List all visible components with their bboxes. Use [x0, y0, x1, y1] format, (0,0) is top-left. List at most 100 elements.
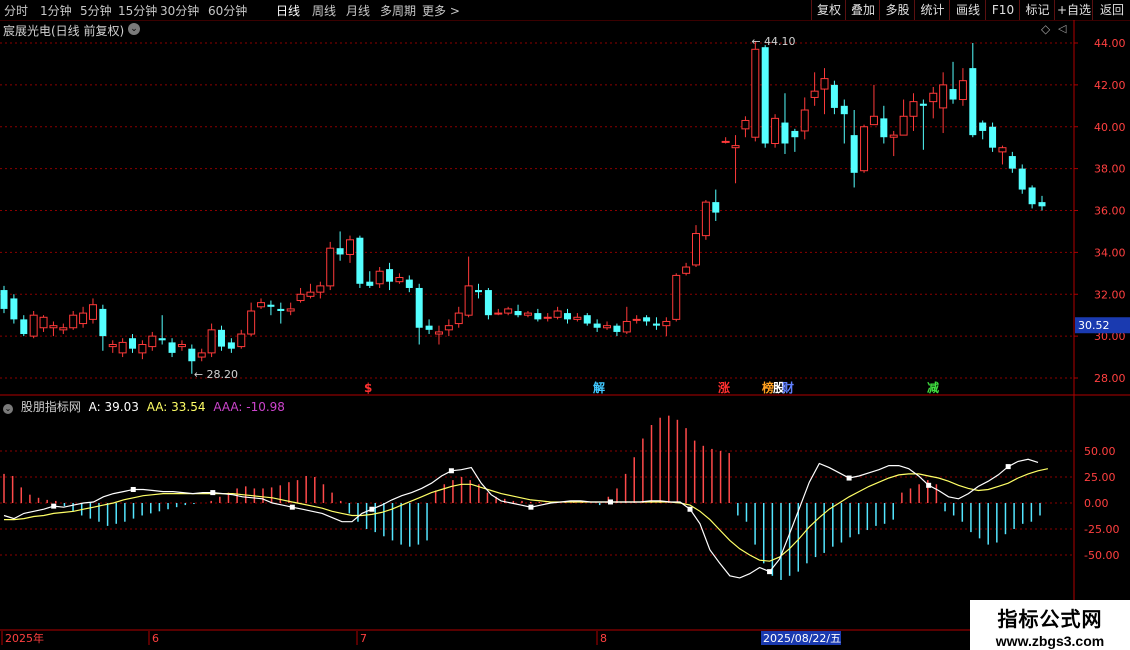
indicator-aaa-value: AAA: -10.98 — [213, 400, 285, 414]
candle-body-up — [692, 233, 700, 266]
candle-body-down — [613, 325, 621, 332]
a-line-marker — [51, 503, 57, 509]
price-tick-label: 32.00 — [1094, 288, 1126, 301]
candle-body-up — [751, 48, 760, 138]
candle-body-up — [523, 312, 532, 316]
candle-body-down — [1018, 168, 1026, 190]
candle-body-down — [840, 105, 848, 115]
candle-body-down — [217, 329, 225, 347]
candle-body-down — [652, 323, 660, 326]
candle-body-up — [444, 325, 453, 331]
watermark-url: www.zbgs3.com — [995, 633, 1105, 649]
candle-body-up — [889, 134, 898, 138]
candle-body-up — [820, 78, 829, 90]
candle-body-up — [464, 285, 473, 316]
indicator-a-value: A: 39.03 — [88, 400, 139, 414]
candle-body-down — [129, 338, 137, 349]
kline-chart: 44.0042.0040.0038.0036.0034.0032.0030.00… — [0, 20, 1130, 645]
candle-body-down — [534, 313, 542, 320]
candle-body-down — [593, 323, 601, 328]
a-line-marker — [846, 475, 852, 481]
candle-body-up — [810, 90, 819, 98]
candle-body-down — [415, 287, 423, 328]
candle-body-up — [346, 239, 354, 255]
price-tick-label: 36.00 — [1094, 205, 1126, 218]
candle-body-down — [168, 342, 176, 353]
date-label: 6 — [152, 632, 159, 645]
candle-body-up — [286, 308, 295, 312]
candle-body-up — [701, 201, 710, 237]
candle-body-up — [504, 308, 513, 314]
candle-body-up — [59, 327, 68, 331]
candle-body-down — [0, 290, 8, 309]
candle-body-up — [939, 84, 948, 109]
date-label: 8 — [600, 632, 607, 645]
candle-body-down — [1028, 187, 1036, 205]
caret-left-icon[interactable]: ◁ — [1058, 22, 1066, 35]
candle-body-down — [366, 281, 374, 286]
event-marker-5[interactable]: 财 — [781, 380, 794, 395]
price-tick-label: 28.00 — [1094, 372, 1126, 385]
price-tick-label: 42.00 — [1094, 79, 1126, 92]
watermark-title: 指标公式网 — [997, 609, 1103, 631]
candle-body-up — [395, 277, 404, 283]
candle-body-down — [850, 135, 858, 173]
a-line-marker — [448, 468, 454, 474]
candle-body-up — [207, 329, 216, 354]
candle-body-up — [958, 80, 967, 101]
chevron-down-icon[interactable]: ⌄ — [128, 23, 140, 35]
date-label: 2025年 — [5, 631, 44, 645]
candle-body-down — [356, 237, 364, 284]
candle-body-up — [682, 266, 691, 274]
candle-body-down — [563, 313, 571, 320]
candle-body-down — [880, 118, 888, 138]
candle-body-up — [326, 247, 335, 287]
candle-body-down — [791, 130, 799, 138]
candle-body-up — [237, 333, 246, 348]
event-marker-0[interactable]: $ — [364, 381, 372, 395]
high-price-annotation: ← 44.10 — [751, 35, 795, 48]
candle-body-up — [909, 101, 918, 117]
event-marker-6[interactable]: 减 — [927, 380, 939, 395]
indicator-settings-icon[interactable]: ⌄ — [3, 404, 13, 414]
candle-body-down — [781, 122, 789, 144]
cursor-date: 2025/08/22/五 — [763, 632, 841, 645]
candle-body-down — [583, 315, 591, 324]
a-line-marker — [289, 504, 295, 510]
candle-body-up — [662, 320, 671, 327]
candle-body-down — [712, 202, 720, 213]
candle-body-up — [494, 312, 503, 315]
candle-body-up — [603, 325, 612, 329]
candle-body-up — [108, 344, 117, 348]
price-tick-label: 38.00 — [1094, 163, 1126, 176]
candle-body-up — [257, 302, 266, 308]
current-price-value: 30.52 — [1078, 319, 1110, 332]
aa-line — [4, 468, 1049, 562]
event-marker-2[interactable]: 涨 — [718, 380, 730, 395]
candle-body-down — [484, 290, 492, 316]
candle-body-up — [929, 92, 938, 103]
candle-body-up — [29, 314, 38, 337]
candle-body-down — [969, 68, 977, 136]
candle-body-up — [247, 310, 256, 335]
indicator-tick-label: 0.00 — [1084, 497, 1109, 510]
event-marker-1[interactable]: 解 — [593, 380, 605, 395]
date-label: 7 — [360, 632, 367, 645]
candle-body-down — [949, 89, 957, 100]
candle-body-down — [188, 348, 196, 362]
candle-body-up — [741, 119, 750, 130]
candle-body-up — [375, 270, 384, 285]
indicator-tick-label: 50.00 — [1084, 445, 1116, 458]
candle-body-down — [386, 269, 394, 282]
candle-body-up — [316, 285, 325, 293]
candle-body-down — [405, 279, 413, 288]
diamond-icon[interactable]: ◇ — [1041, 22, 1050, 36]
candle-body-up — [573, 316, 582, 320]
candle-body-down — [227, 342, 235, 349]
indicator-name[interactable]: 股朋指标网 — [21, 400, 81, 414]
candle-body-up — [454, 312, 463, 325]
low-price-annotation: ← 28.20 — [194, 368, 238, 381]
candle-body-up — [49, 325, 58, 329]
candle-body-up — [869, 115, 878, 126]
indicator-legend: ⌄ 股朋指标网 A: 39.03 AA: 33.54 AAA: -10.98 — [3, 398, 289, 415]
